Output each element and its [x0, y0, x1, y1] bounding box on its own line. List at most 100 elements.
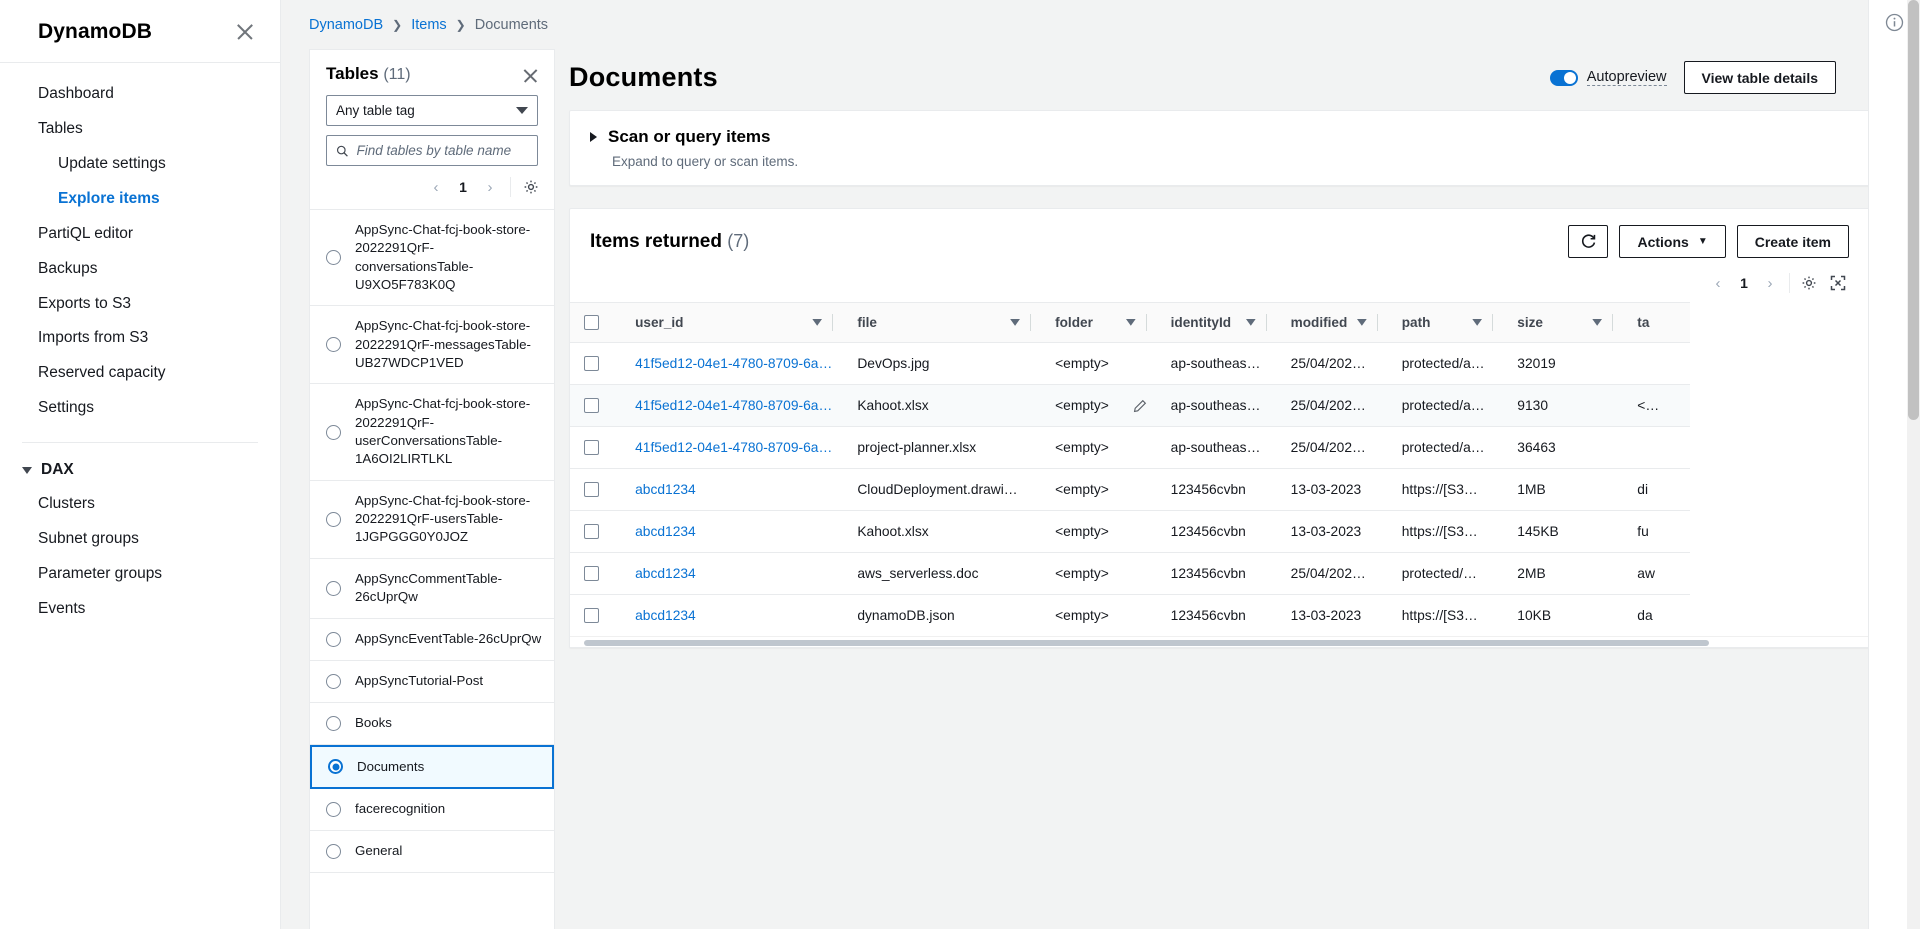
sidebar-item-backups[interactable]: Backups — [0, 252, 280, 287]
sidebar-item-update-settings[interactable]: Update settings — [0, 147, 280, 182]
horizontal-scrollbar[interactable] — [570, 636, 1869, 647]
table-list-item[interactable]: Books — [310, 703, 554, 745]
column-header-file[interactable]: file — [843, 302, 1042, 343]
breadcrumb-link-items[interactable]: Items — [411, 17, 446, 33]
table-row[interactable]: 41f5ed12-04e1-4780-8709-6a… project-plann… — [570, 426, 1690, 469]
sidebar-group-dax[interactable]: DAX — [0, 457, 280, 487]
gear-icon[interactable] — [518, 174, 544, 200]
row-checkbox[interactable] — [584, 566, 599, 581]
radio-icon[interactable] — [326, 511, 341, 527]
column-header-size[interactable]: size — [1503, 302, 1624, 343]
page-scrollbar[interactable] — [1907, 0, 1920, 929]
sort-icon[interactable] — [1010, 319, 1020, 326]
edit-pencil-icon[interactable] — [1133, 399, 1147, 413]
table-row[interactable]: 41f5ed12-04e1-4780-8709-6a… Kahoot.xlsx <e… — [570, 384, 1690, 427]
item-link[interactable]: abcd1234 — [635, 608, 696, 623]
tables-page-number[interactable]: 1 — [453, 179, 473, 195]
column-header-modified[interactable]: modified — [1276, 302, 1388, 343]
column-header-path[interactable]: path — [1387, 302, 1504, 343]
radio-icon[interactable] — [326, 631, 341, 647]
select-all-checkbox[interactable] — [584, 315, 599, 330]
radio-icon[interactable] — [326, 250, 341, 266]
column-header-identityId[interactable]: identityId — [1156, 302, 1277, 343]
sidebar-item-events[interactable]: Events — [0, 592, 280, 627]
table-list-item[interactable]: AppSync-Chat-fcj-book-store-2022291QrF-m… — [310, 306, 554, 385]
item-link[interactable]: 41f5ed12-04e1-4780-8709-6a… — [635, 440, 832, 455]
cell-user_id[interactable]: abcd1234 — [621, 552, 844, 595]
cell-user_id[interactable]: abcd1234 — [621, 468, 844, 511]
column-header-user_id[interactable]: user_id — [621, 302, 844, 343]
sidebar-item-explore-items[interactable]: Explore items — [0, 182, 280, 217]
table-row[interactable]: 41f5ed12-04e1-4780-8709-6a… DevOps.jpg <em… — [570, 342, 1690, 385]
sort-icon[interactable] — [1126, 319, 1136, 326]
scan-query-header[interactable]: Scan or query items — [590, 127, 1849, 147]
row-checkbox[interactable] — [584, 398, 599, 413]
create-item-button[interactable]: Create item — [1736, 225, 1849, 258]
radio-icon[interactable] — [326, 580, 341, 596]
sidebar-item-settings[interactable]: Settings — [0, 391, 280, 426]
row-checkbox[interactable] — [584, 524, 599, 539]
column-header-tag[interactable]: ta — [1623, 302, 1690, 343]
breadcrumb-link-dynamodb[interactable]: DynamoDB — [309, 17, 383, 33]
items-next-page[interactable]: › — [1757, 270, 1783, 296]
sidebar-item-dashboard[interactable]: Dashboard — [0, 77, 280, 112]
cell-user_id[interactable]: 41f5ed12-04e1-4780-8709-6a… — [621, 342, 844, 385]
close-icon[interactable] — [234, 21, 256, 43]
view-table-details-button[interactable]: View table details — [1683, 61, 1836, 94]
sidebar-item-imports-from-s3[interactable]: Imports from S3 — [0, 321, 280, 356]
sidebar-item-subnet-groups[interactable]: Subnet groups — [0, 522, 280, 557]
radio-icon[interactable] — [326, 673, 341, 689]
sort-icon[interactable] — [1246, 319, 1256, 326]
radio-icon[interactable] — [326, 424, 341, 440]
item-link[interactable]: 41f5ed12-04e1-4780-8709-6a… — [635, 356, 832, 371]
tables-panel-close-icon[interactable] — [522, 67, 540, 85]
search-input[interactable] — [356, 143, 528, 158]
radio-icon[interactable] — [326, 337, 341, 353]
radio-icon[interactable] — [326, 801, 341, 817]
horizontal-scrollbar-thumb[interactable] — [584, 640, 1709, 646]
radio-icon[interactable] — [328, 759, 343, 775]
item-link[interactable]: abcd1234 — [635, 482, 696, 497]
table-list-item[interactable]: AppSync-Chat-fcj-book-store-2022291QrF-u… — [310, 384, 554, 481]
table-list-item[interactable]: AppSyncTutorial-Post — [310, 661, 554, 703]
sort-icon[interactable] — [812, 319, 822, 326]
sidebar-item-tables[interactable]: Tables — [0, 112, 280, 147]
sidebar-item-exports-to-s3[interactable]: Exports to S3 — [0, 287, 280, 322]
sort-icon[interactable] — [1472, 319, 1482, 326]
sort-icon[interactable] — [1592, 319, 1602, 326]
table-list-item[interactable]: Documents — [310, 744, 554, 789]
autopreview-control[interactable]: Autopreview — [1549, 69, 1667, 86]
item-link[interactable]: 41f5ed12-04e1-4780-8709-6a… — [635, 398, 832, 413]
table-list-item[interactable]: AppSync-Chat-fcj-book-store-2022291QrF-u… — [310, 481, 554, 559]
table-row[interactable]: abcd1234 aws_serverless.doc <empty> 123456c… — [570, 552, 1690, 595]
sidebar-item-parameter-groups[interactable]: Parameter groups — [0, 557, 280, 592]
cell-user_id[interactable]: 41f5ed12-04e1-4780-8709-6a… — [621, 426, 844, 469]
tables-prev-page[interactable]: ‹ — [423, 174, 449, 200]
autopreview-toggle[interactable] — [1549, 69, 1578, 86]
item-link[interactable]: abcd1234 — [635, 524, 696, 539]
table-list-item[interactable]: AppSync-Chat-fcj-book-store-2022291QrF-c… — [310, 210, 554, 307]
page-scrollbar-thumb[interactable] — [1908, 0, 1919, 420]
items-prev-page[interactable]: ‹ — [1705, 270, 1731, 296]
row-checkbox[interactable] — [584, 482, 599, 497]
actions-button[interactable]: Actions ▼ — [1619, 225, 1726, 258]
table-list-item[interactable]: AppSyncEventTable-26cUprQw — [310, 619, 554, 661]
sidebar-item-reserved-capacity[interactable]: Reserved capacity — [0, 356, 280, 391]
info-icon[interactable] — [1885, 13, 1904, 37]
table-row[interactable]: abcd1234 dynamoDB.json <empty> 123456cvbn 13… — [570, 595, 1690, 637]
tables-next-page[interactable]: › — [477, 174, 503, 200]
sort-icon[interactable] — [1357, 319, 1367, 326]
sidebar-item-clusters[interactable]: Clusters — [0, 487, 280, 522]
table-row[interactable]: abcd1234 CloudDeployment.drawi… <empty> 123… — [570, 468, 1690, 511]
gear-icon[interactable] — [1796, 270, 1822, 296]
cell-user_id[interactable]: 41f5ed12-04e1-4780-8709-6a… — [621, 384, 844, 427]
scan-query-card[interactable]: Scan or query items Expand to query or s… — [569, 110, 1870, 186]
items-page-number[interactable]: 1 — [1734, 275, 1754, 291]
table-list-item[interactable]: facerecognition — [310, 789, 554, 831]
cell-user_id[interactable]: abcd1234 — [621, 510, 844, 553]
row-checkbox[interactable] — [584, 440, 599, 455]
column-header-folder[interactable]: folder — [1041, 302, 1157, 343]
radio-icon[interactable] — [326, 715, 341, 731]
row-checkbox[interactable] — [584, 356, 599, 371]
radio-icon[interactable] — [326, 843, 341, 859]
